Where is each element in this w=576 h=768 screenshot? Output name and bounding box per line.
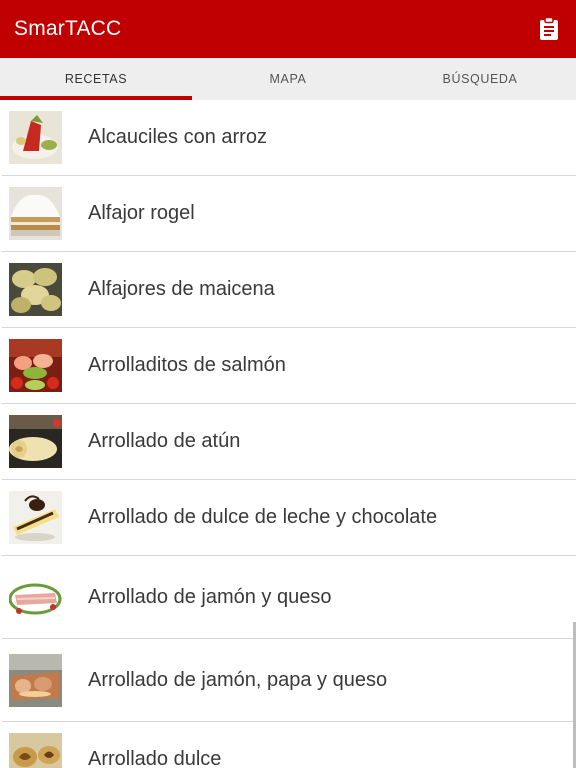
recipe-title: Arrolladitos de salmón bbox=[88, 354, 286, 376]
list-item[interactable]: Arrollado de atún bbox=[2, 404, 576, 480]
recipe-title: Alcauciles con arroz bbox=[88, 126, 267, 148]
tab-label: BÚSQUEDA bbox=[442, 72, 518, 86]
app-screen: SmarTACC RECETAS MAPA BÚSQUEDA Alcaucile… bbox=[0, 0, 576, 768]
recipe-title: Arrollado de jamón y queso bbox=[88, 585, 332, 608]
tab-recetas[interactable]: RECETAS bbox=[0, 58, 192, 100]
recipe-title: Alfajor rogel bbox=[88, 202, 195, 224]
alfajor-rogel-photo bbox=[9, 187, 62, 240]
list-item[interactable]: Arrollado de dulce de leche y chocolate bbox=[2, 480, 576, 556]
app-bar: SmarTACC bbox=[0, 0, 576, 58]
salmon-rolls-photo bbox=[9, 339, 62, 392]
tab-bar: RECETAS MAPA BÚSQUEDA bbox=[0, 58, 576, 100]
recipe-title: Arrollado de jamón, papa y queso bbox=[88, 668, 388, 691]
artichoke-rice-photo bbox=[9, 111, 62, 164]
dulce-leche-roll-photo bbox=[9, 491, 62, 544]
recipe-title: Alfajores de maicena bbox=[88, 278, 275, 300]
list-item[interactable]: Arrollado de jamón, papa y queso bbox=[2, 639, 576, 722]
ham-cheese-roll-photo bbox=[9, 570, 62, 624]
sweet-roll-photo bbox=[9, 733, 62, 768]
tab-mapa[interactable]: MAPA bbox=[192, 58, 384, 100]
list-item[interactable]: Alfajor rogel bbox=[2, 176, 576, 252]
list-item[interactable]: Alfajores de maicena bbox=[2, 252, 576, 328]
list-item[interactable]: Arrollado de jamón y queso bbox=[2, 556, 576, 639]
tuna-roll-photo bbox=[9, 415, 62, 468]
recipe-list[interactable]: Alcauciles con arroz Alfajor rogel Alfaj… bbox=[2, 100, 576, 768]
tab-label: RECETAS bbox=[64, 72, 128, 86]
list-item[interactable]: Arrollado dulce bbox=[2, 722, 576, 768]
alfajores-maicena-photo bbox=[9, 263, 62, 316]
recipe-title: Arrollado de atún bbox=[88, 430, 241, 452]
ham-potato-roll-photo bbox=[9, 653, 62, 707]
tab-label: MAPA bbox=[269, 72, 307, 86]
clipboard-icon[interactable] bbox=[536, 16, 562, 42]
recipe-title: Arrollado dulce bbox=[88, 748, 222, 768]
list-item[interactable]: Alcauciles con arroz bbox=[2, 100, 576, 176]
app-title: SmarTACC bbox=[14, 17, 122, 40]
recipe-title: Arrollado de dulce de leche y chocolate bbox=[88, 506, 438, 528]
list-item[interactable]: Arrolladitos de salmón bbox=[2, 328, 576, 404]
tab-busqueda[interactable]: BÚSQUEDA bbox=[384, 58, 576, 100]
